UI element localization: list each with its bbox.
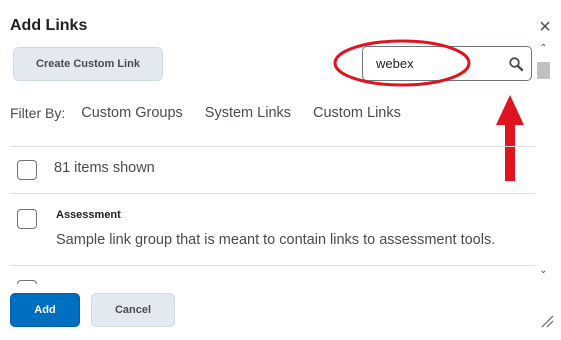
filter-custom-links[interactable]: Custom Links: [313, 105, 401, 121]
scroll-up-icon[interactable]: ⌃: [536, 43, 551, 55]
divider: [10, 193, 535, 194]
search-input-value: webex: [376, 56, 414, 71]
divider: [10, 146, 535, 147]
search-icon[interactable]: [508, 56, 524, 72]
add-button[interactable]: Add: [10, 293, 80, 327]
filter-label: Filter By:: [10, 105, 66, 121]
resize-grip-icon[interactable]: [540, 314, 554, 328]
divider: [10, 265, 535, 266]
annotation-arrow: [496, 95, 524, 181]
select-all-checkbox[interactable]: [17, 160, 37, 180]
filter-system-links[interactable]: System Links: [205, 105, 291, 121]
list-item-title: Assessment: [56, 209, 121, 221]
list-item-description: Sample link group that is meant to conta…: [56, 232, 496, 248]
items-shown-count: 81 items shown: [54, 160, 155, 176]
create-custom-link-button[interactable]: Create Custom Link: [13, 47, 163, 81]
scroll-down-icon[interactable]: ⌄: [536, 265, 551, 277]
scroll-thumb[interactable]: [537, 62, 550, 79]
search-input[interactable]: webex: [362, 46, 532, 81]
filter-bar: Filter By: Custom Groups System Links Cu…: [10, 104, 423, 122]
row-checkbox[interactable]: [17, 280, 37, 284]
filter-custom-groups[interactable]: Custom Groups: [81, 105, 183, 121]
dialog-title: Add Links: [10, 17, 88, 34]
close-icon[interactable]: ×: [536, 17, 554, 37]
row-checkbox[interactable]: [17, 209, 37, 229]
add-links-dialog: Add Links × Create Custom Link webex Fil…: [0, 0, 561, 340]
cancel-button[interactable]: Cancel: [91, 293, 175, 327]
scrollbar[interactable]: ⌃ ⌄: [536, 40, 551, 280]
